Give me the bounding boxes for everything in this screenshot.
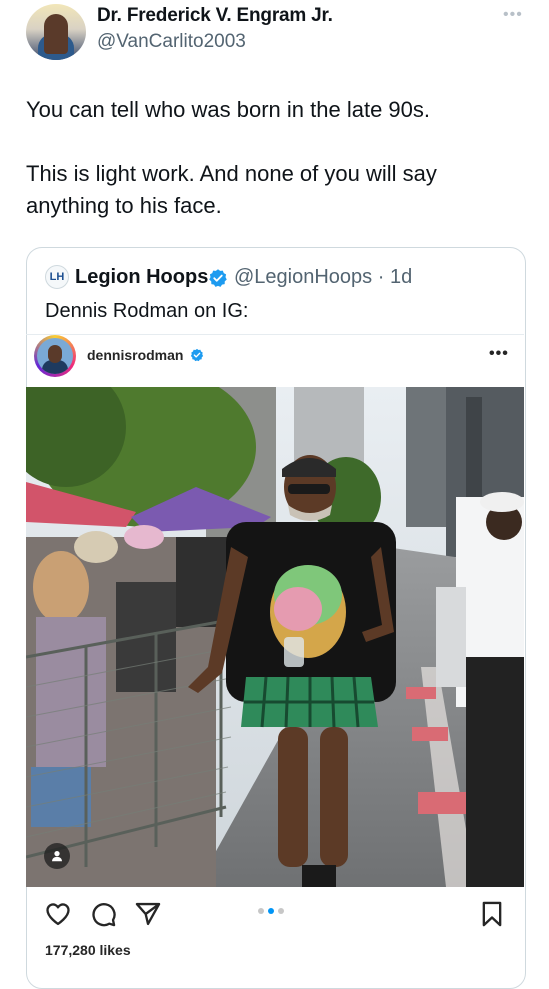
avatar-figure xyxy=(44,14,68,54)
bookmark-icon[interactable] xyxy=(478,900,506,928)
author-avatar[interactable] xyxy=(26,4,86,60)
post-photo[interactable] xyxy=(26,387,524,887)
quoted-author-meta: @LegionHoops · 1d xyxy=(234,266,412,289)
tweet-text: You can tell who was born in the late 90… xyxy=(26,97,437,218)
quoted-author-avatar[interactable]: LH xyxy=(45,265,69,289)
parade-scene-image xyxy=(26,387,524,887)
quoted-tweet-text: Dennis Rodman on IG: xyxy=(45,300,249,322)
ig-username[interactable]: dennisrodman xyxy=(87,347,183,363)
carousel-dot[interactable] xyxy=(258,908,264,914)
tagged-users-icon[interactable] xyxy=(44,843,70,869)
quoted-author-handle[interactable]: @LegionHoops xyxy=(234,266,372,288)
author-handle[interactable]: @VanCarlito2003 xyxy=(97,31,246,53)
verified-badge-icon xyxy=(209,269,227,287)
ig-verified-badge-icon xyxy=(190,348,204,362)
person-icon xyxy=(52,851,62,862)
quoted-timestamp[interactable]: 1d xyxy=(390,266,412,288)
author-display-name[interactable]: Dr. Frederick V. Engram Jr. xyxy=(97,5,333,27)
ig-user-avatar[interactable] xyxy=(37,338,73,374)
carousel-dot[interactable] xyxy=(278,908,284,914)
ig-avatar-face xyxy=(48,345,62,363)
ig-more-options-icon[interactable]: ••• xyxy=(489,345,509,363)
carousel-indicator xyxy=(258,908,284,914)
quoted-author-name[interactable]: Legion Hoops xyxy=(75,266,208,289)
comment-icon[interactable] xyxy=(89,900,117,928)
share-send-icon[interactable] xyxy=(134,900,162,928)
more-options-icon[interactable]: ••• xyxy=(503,6,523,24)
likes-count[interactable]: 177,280 likes xyxy=(45,942,131,958)
like-heart-icon[interactable] xyxy=(44,900,72,928)
meta-separator: · xyxy=(372,266,390,288)
carousel-dot-active[interactable] xyxy=(268,908,274,914)
